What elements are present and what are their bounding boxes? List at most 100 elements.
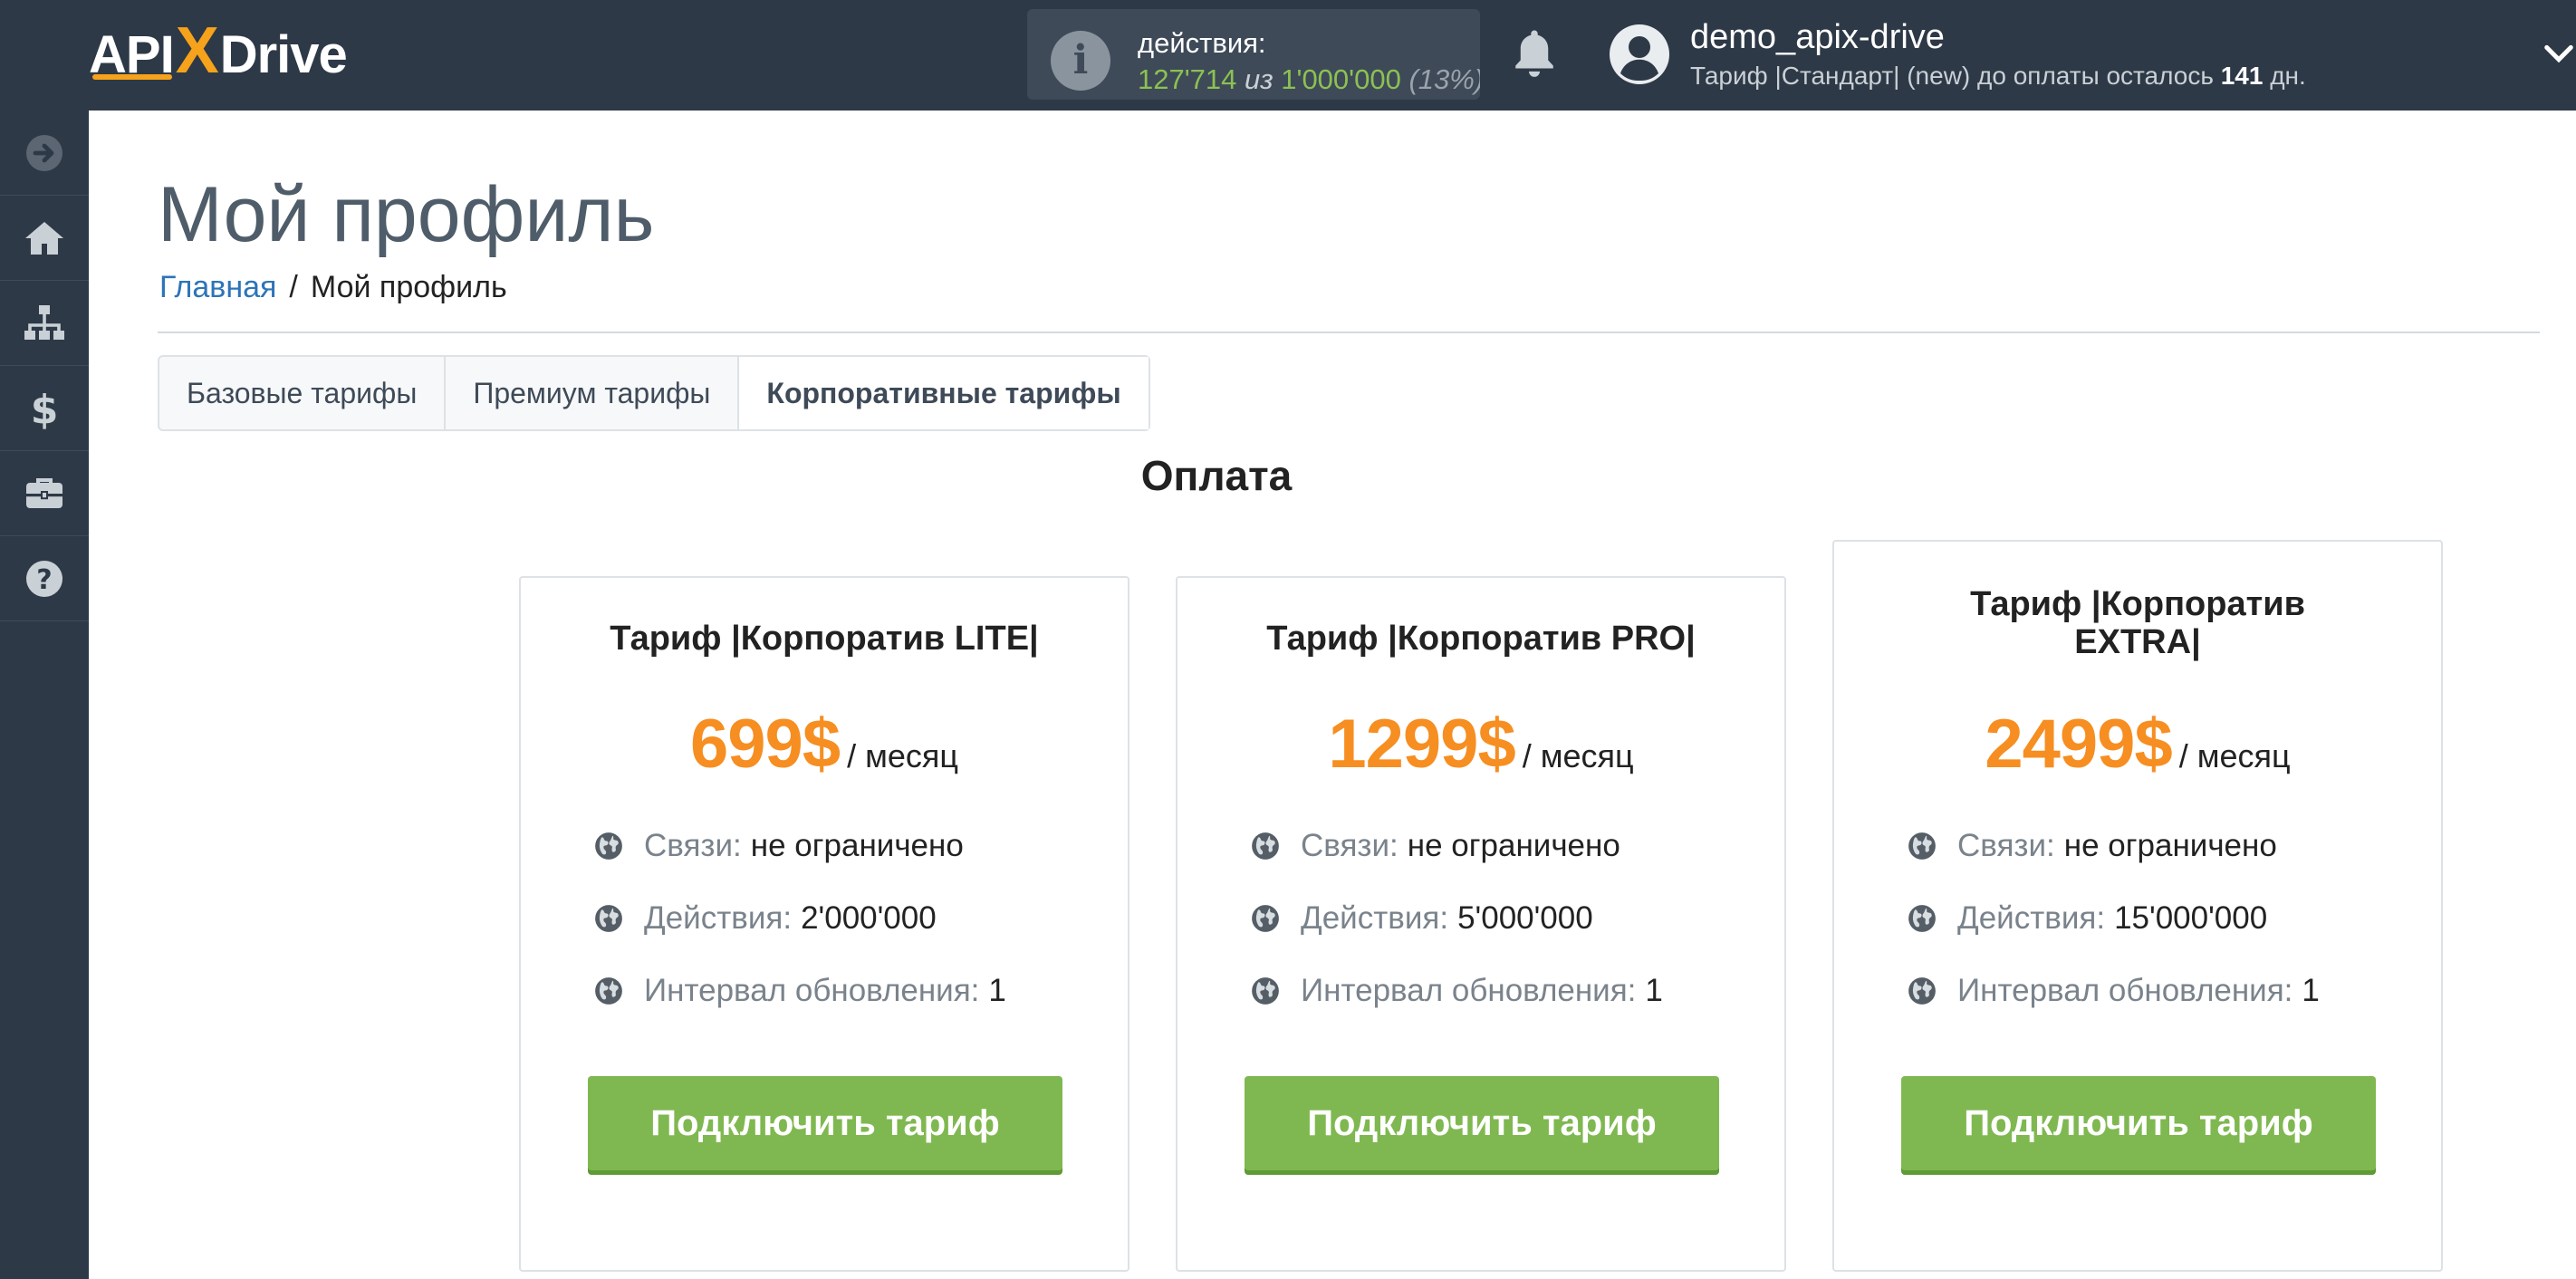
tariff-text: Тариф |Стандарт| (new) до оплаты осталос…: [1690, 62, 2214, 90]
connect-plan-button[interactable]: Подключить тариф: [1245, 1076, 1719, 1170]
payment-section-title: Оплата: [1140, 452, 1293, 499]
briefcase-icon: [26, 477, 62, 508]
sitemap-icon: [24, 304, 64, 340]
plan-period: / месяц: [2178, 737, 2291, 774]
connect-plan-button[interactable]: Подключить тариф: [588, 1076, 1062, 1170]
feature-value: 1: [988, 973, 1006, 1008]
feature-label: Действия:: [1957, 900, 2106, 936]
plan-price: 2499$: [1985, 706, 2172, 783]
svg-text:$: $: [31, 387, 59, 430]
feature-label: Интервал обновления:: [644, 973, 980, 1008]
globe-icon: [1252, 905, 1279, 932]
globe-icon: [1908, 977, 1936, 1005]
plan-feature-connections: Связи: не ограничено: [1907, 828, 2277, 864]
feature-label: Связи:: [1957, 828, 2055, 863]
globe-icon: [1252, 832, 1279, 860]
feature-value: 2'000'000: [801, 900, 937, 936]
plan-feature-actions: Действия: 2'000'000: [593, 900, 937, 937]
tariff-days: 141: [2220, 62, 2264, 90]
actions-percent: (13%): [1408, 63, 1480, 95]
sidebar-item-tools[interactable]: [0, 451, 89, 536]
user-name[interactable]: demo_apix-drive: [1690, 18, 1945, 57]
feature-label: Интервал обновления:: [1957, 973, 2293, 1008]
tab-basic-tariffs[interactable]: Базовые тарифы: [159, 357, 447, 429]
sidebar-item-home[interactable]: [0, 196, 89, 281]
top-bar: API X Drive i действия: 127'714 из 1'000'0…: [0, 0, 2576, 111]
plan-feature-interval: Интервал обновления: 1: [593, 973, 1006, 1009]
plan-period: / месяц: [1522, 737, 1634, 774]
plan-title: Тариф |Корпоратив EXTRA|: [1970, 585, 2305, 661]
breadcrumb: Главная / Мой профиль: [159, 270, 507, 305]
plan-feature-actions: Действия: 15'000'000: [1907, 900, 2267, 937]
apix-drive-logo[interactable]: API X Drive: [89, 14, 348, 91]
globe-icon: [1252, 977, 1279, 1005]
user-avatar-icon[interactable]: [1609, 24, 1670, 85]
plan-card-extra: Тариф |Корпоратив EXTRA| 2499$ / месяц Св…: [1832, 540, 2443, 1272]
plan-feature-interval: Интервал обновления: 1: [1250, 973, 1663, 1009]
actions-total: 1'000'000: [1281, 63, 1401, 95]
actions-label: действия:: [1138, 27, 1266, 59]
sidebar-item-toggle[interactable]: [0, 111, 89, 196]
tariff-days-unit: дн.: [2270, 62, 2306, 90]
sidebar-item-connections[interactable]: [0, 281, 89, 366]
plan-price-row: 2499$ / месяц: [1834, 705, 2441, 784]
feature-value: не ограничено: [2063, 828, 2277, 863]
breadcrumb-separator: /: [289, 270, 298, 304]
user-tariff-info: Тариф |Стандарт| (new) до оплаты осталос…: [1690, 62, 2306, 91]
globe-icon: [595, 832, 622, 860]
arrow-right-circle-icon: [26, 134, 62, 171]
plan-feature-connections: Связи: не ограничено: [593, 828, 964, 864]
feature-value: 5'000'000: [1457, 900, 1593, 936]
feature-value: 1: [1645, 973, 1663, 1008]
plan-period: / месяц: [847, 737, 958, 774]
connect-plan-button[interactable]: Подключить тариф: [1901, 1076, 2376, 1170]
tab-premium-tariffs[interactable]: Премиум тарифы: [446, 357, 740, 429]
svg-text:?: ?: [36, 564, 52, 596]
globe-icon: [595, 977, 622, 1005]
plan-card-pro: Тариф |Корпоратив PRO| 1299$ / месяц Связ…: [1176, 576, 1786, 1272]
sidebar-item-help[interactable]: ?: [0, 536, 89, 621]
plan-feature-connections: Связи: не ограничено: [1250, 828, 1620, 864]
info-icon: i: [1051, 31, 1110, 91]
actions-value: 127'714 из 1'000'000 (13%): [1138, 63, 1480, 96]
plan-price-row: 1299$ / месяц: [1177, 705, 1784, 784]
feature-value: не ограничено: [1407, 828, 1620, 863]
breadcrumb-home-link[interactable]: Главная: [159, 270, 276, 304]
feature-value: 1: [2302, 973, 2320, 1008]
globe-icon: [595, 905, 622, 932]
main-content: Мой профиль Главная / Мой профиль Базовые …: [89, 111, 2576, 1279]
feature-label: Связи:: [644, 828, 742, 863]
feature-value: 15'000'000: [2114, 900, 2268, 936]
feature-label: Действия:: [644, 900, 793, 936]
sidebar-item-billing[interactable]: $: [0, 366, 89, 451]
plan-price: 1299$: [1328, 706, 1515, 783]
logo-x-text: X: [175, 14, 219, 87]
feature-label: Связи:: [1301, 828, 1399, 863]
sidebar: $ ?: [0, 111, 89, 1279]
question-circle-icon: ?: [26, 560, 62, 597]
plan-feature-actions: Действия: 5'000'000: [1250, 900, 1593, 937]
actions-used: 127'714: [1138, 63, 1237, 95]
plan-price-row: 699$ / месяц: [521, 705, 1128, 784]
globe-icon: [1908, 832, 1936, 860]
feature-label: Действия:: [1301, 900, 1449, 936]
actions-counter[interactable]: i действия: 127'714 из 1'000'000 (13%): [1027, 9, 1480, 100]
breadcrumb-current: Мой профиль: [310, 270, 507, 304]
plan-title: Тариф |Корпоратив LITE|: [610, 620, 1039, 658]
plan-price: 699$: [690, 706, 841, 783]
home-icon: [25, 221, 63, 255]
tariff-tabs: Базовые тарифы Премиум тарифы Корпоратив…: [158, 355, 1150, 431]
feature-label: Интервал обновления:: [1301, 973, 1637, 1008]
page-title: Мой профиль: [158, 171, 655, 258]
bell-icon[interactable]: [1509, 27, 1560, 82]
dollar-icon: $: [31, 387, 59, 430]
tab-corporate-tariffs[interactable]: Корпоративные тарифы: [739, 357, 1149, 429]
actions-of: из: [1245, 63, 1274, 95]
plan-feature-interval: Интервал обновления: 1: [1907, 973, 2320, 1009]
globe-icon: [1908, 905, 1936, 932]
logo-drive-text: Drive: [219, 24, 348, 84]
plan-title: Тариф |Корпоратив PRO|: [1266, 620, 1696, 658]
chevron-down-icon[interactable]: [2542, 36, 2576, 72]
logo-api-text: API: [89, 24, 175, 84]
plan-card-lite: Тариф |Корпоратив LITE| 699$ / месяц Связ…: [519, 576, 1129, 1272]
